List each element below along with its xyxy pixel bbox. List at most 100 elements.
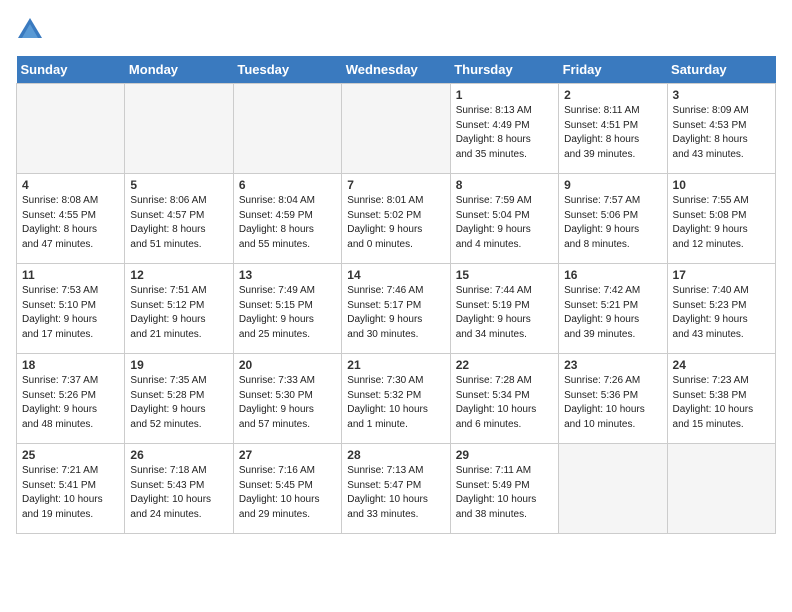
calendar-cell: 20Sunrise: 7:33 AM Sunset: 5:30 PM Dayli… <box>233 354 341 444</box>
day-number: 1 <box>456 88 553 102</box>
day-number: 27 <box>239 448 336 462</box>
day-info: Sunrise: 7:57 AM Sunset: 5:06 PM Dayligh… <box>564 194 661 252</box>
calendar-cell: 10 Sunrise: 7:55 AM Sunset: 5:08 PM Dayli… <box>667 174 775 264</box>
day-info: Sunrise: 8:06 AM Sunset: 4:57 PM Dayligh… <box>130 194 227 252</box>
header-friday: Friday <box>559 56 667 84</box>
day-info: Sunrise: 8:01 AM Sunset: 5:02 PM Dayligh… <box>347 194 444 252</box>
header-thursday: Thursday <box>450 56 558 84</box>
calendar-cell <box>559 444 667 534</box>
calendar-cell: 6 Sunrise: 8:04 AM Sunset: 4:59 PM Daylig… <box>233 174 341 264</box>
calendar-week-3: 11 Sunrise: 7:53 AM Sunset: 5:10 PM Dayli… <box>17 264 776 354</box>
calendar-cell: 27 Sunrise: 7:16 AM Sunset: 5:45 PM Dayli… <box>233 444 341 534</box>
calendar-cell: 25 Sunrise: 7:21 AM Sunset: 5:41 PM Dayli… <box>17 444 125 534</box>
calendar-week-2: 4 Sunrise: 8:08 AM Sunset: 4:55 PM Daylig… <box>17 174 776 264</box>
day-info: Sunrise: 8:08 AM Sunset: 4:55 PM Dayligh… <box>22 194 119 252</box>
calendar-week-4: 18 Sunrise: 7:37 AM Sunset: 5:26 PM Dayli… <box>17 354 776 444</box>
day-info: Sunrise: 7:51 AM Sunset: 5:12 PM Dayligh… <box>130 284 227 342</box>
day-number: 9 <box>564 178 661 192</box>
calendar-cell: 2 Sunrise: 8:11 AM Sunset: 4:51 PM Daylig… <box>559 84 667 174</box>
day-number: 15 <box>456 268 553 282</box>
day-number: 24 <box>673 358 770 372</box>
calendar-cell: 15 Sunrise: 7:44 AM Sunset: 5:19 PM Dayli… <box>450 264 558 354</box>
day-info: Sunrise: 7:44 AM Sunset: 5:19 PM Dayligh… <box>456 284 553 342</box>
calendar-cell <box>17 84 125 174</box>
calendar-cell: 8 Sunrise: 7:59 AM Sunset: 5:04 PM Daylig… <box>450 174 558 264</box>
calendar-table: SundayMondayTuesdayWednesdayThursdayFrid… <box>16 56 776 534</box>
day-number: 3 <box>673 88 770 102</box>
day-info: Sunrise: 7:26 AM Sunset: 5:36 PM Dayligh… <box>564 374 661 432</box>
day-info: Sunrise: 7:28 AM Sunset: 5:34 PM Dayligh… <box>456 374 553 432</box>
day-info: Sunrise: 7:35 AM Sunset: 5:28 PM Dayligh… <box>130 374 227 432</box>
day-number: 12 <box>130 268 227 282</box>
day-info: Sunrise: 7:16 AM Sunset: 5:45 PM Dayligh… <box>239 464 336 522</box>
calendar-cell: 21 Sunrise: 7:30 AM Sunset: 5:32 PM Dayli… <box>342 354 450 444</box>
day-info: Sunrise: 7:11 AM Sunset: 5:49 PM Dayligh… <box>456 464 553 522</box>
header-sunday: Sunday <box>17 56 125 84</box>
calendar-cell <box>125 84 233 174</box>
logo-icon <box>16 16 44 44</box>
calendar-week-5: 25 Sunrise: 7:21 AM Sunset: 5:41 PM Dayli… <box>17 444 776 534</box>
day-info: Sunrise: 7:42 AM Sunset: 5:21 PM Dayligh… <box>564 284 661 342</box>
day-info: Sunrise: 7:13 AM Sunset: 5:47 PM Dayligh… <box>347 464 444 522</box>
day-number: 5 <box>130 178 227 192</box>
calendar-cell: 7Sunrise: 8:01 AM Sunset: 5:02 PM Daylig… <box>342 174 450 264</box>
calendar-cell <box>667 444 775 534</box>
day-info: Sunrise: 7:23 AM Sunset: 5:38 PM Dayligh… <box>673 374 770 432</box>
day-number: 19 <box>130 358 227 372</box>
calendar-cell: 29 Sunrise: 7:11 AM Sunset: 5:49 PM Dayli… <box>450 444 558 534</box>
day-info: Sunrise: 8:04 AM Sunset: 4:59 PM Dayligh… <box>239 194 336 252</box>
calendar-cell <box>342 84 450 174</box>
day-number: 25 <box>22 448 119 462</box>
day-number: 18 <box>22 358 119 372</box>
day-number: 26 <box>130 448 227 462</box>
calendar-cell: 3 Sunrise: 8:09 AM Sunset: 4:53 PM Daylig… <box>667 84 775 174</box>
header-monday: Monday <box>125 56 233 84</box>
day-info: Sunrise: 7:55 AM Sunset: 5:08 PM Dayligh… <box>673 194 770 252</box>
day-number: 28 <box>347 448 444 462</box>
calendar-week-1: 1 Sunrise: 8:13 AM Sunset: 4:49 PM Daylig… <box>17 84 776 174</box>
header-wednesday: Wednesday <box>342 56 450 84</box>
calendar-cell: 26 Sunrise: 7:18 AM Sunset: 5:43 PM Dayli… <box>125 444 233 534</box>
day-number: 29 <box>456 448 553 462</box>
calendar-cell: 9 Sunrise: 7:57 AM Sunset: 5:06 PM Daylig… <box>559 174 667 264</box>
day-info: Sunrise: 8:09 AM Sunset: 4:53 PM Dayligh… <box>673 104 770 162</box>
day-info: Sunrise: 7:59 AM Sunset: 5:04 PM Dayligh… <box>456 194 553 252</box>
day-info: Sunrise: 7:21 AM Sunset: 5:41 PM Dayligh… <box>22 464 119 522</box>
day-number: 20 <box>239 358 336 372</box>
calendar-cell: 22Sunrise: 7:28 AM Sunset: 5:34 PM Dayli… <box>450 354 558 444</box>
page-header <box>16 16 776 44</box>
calendar-cell: 5 Sunrise: 8:06 AM Sunset: 4:57 PM Daylig… <box>125 174 233 264</box>
day-info: Sunrise: 8:11 AM Sunset: 4:51 PM Dayligh… <box>564 104 661 162</box>
calendar-cell: 24 Sunrise: 7:23 AM Sunset: 5:38 PM Dayli… <box>667 354 775 444</box>
day-number: 13 <box>239 268 336 282</box>
calendar-cell: 1 Sunrise: 8:13 AM Sunset: 4:49 PM Daylig… <box>450 84 558 174</box>
day-info: Sunrise: 7:46 AM Sunset: 5:17 PM Dayligh… <box>347 284 444 342</box>
day-number: 8 <box>456 178 553 192</box>
day-number: 14 <box>347 268 444 282</box>
day-number: 10 <box>673 178 770 192</box>
day-info: Sunrise: 7:37 AM Sunset: 5:26 PM Dayligh… <box>22 374 119 432</box>
day-number: 6 <box>239 178 336 192</box>
day-info: Sunrise: 8:13 AM Sunset: 4:49 PM Dayligh… <box>456 104 553 162</box>
calendar-cell: 19 Sunrise: 7:35 AM Sunset: 5:28 PM Dayli… <box>125 354 233 444</box>
calendar-cell <box>233 84 341 174</box>
header-tuesday: Tuesday <box>233 56 341 84</box>
calendar-cell: 13 Sunrise: 7:49 AM Sunset: 5:15 PM Dayli… <box>233 264 341 354</box>
calendar-cell: 28 Sunrise: 7:13 AM Sunset: 5:47 PM Dayli… <box>342 444 450 534</box>
day-number: 21 <box>347 358 444 372</box>
calendar-cell: 12 Sunrise: 7:51 AM Sunset: 5:12 PM Dayli… <box>125 264 233 354</box>
calendar-cell: 18 Sunrise: 7:37 AM Sunset: 5:26 PM Dayli… <box>17 354 125 444</box>
calendar-cell: 4 Sunrise: 8:08 AM Sunset: 4:55 PM Daylig… <box>17 174 125 264</box>
day-info: Sunrise: 7:49 AM Sunset: 5:15 PM Dayligh… <box>239 284 336 342</box>
day-number: 2 <box>564 88 661 102</box>
day-info: Sunrise: 7:18 AM Sunset: 5:43 PM Dayligh… <box>130 464 227 522</box>
logo <box>16 16 48 44</box>
day-info: Sunrise: 7:53 AM Sunset: 5:10 PM Dayligh… <box>22 284 119 342</box>
day-info: Sunrise: 7:30 AM Sunset: 5:32 PM Dayligh… <box>347 374 444 432</box>
calendar-cell: 17Sunrise: 7:40 AM Sunset: 5:23 PM Dayli… <box>667 264 775 354</box>
day-number: 11 <box>22 268 119 282</box>
day-number: 4 <box>22 178 119 192</box>
calendar-header-row: SundayMondayTuesdayWednesdayThursdayFrid… <box>17 56 776 84</box>
day-number: 16 <box>564 268 661 282</box>
day-number: 23 <box>564 358 661 372</box>
